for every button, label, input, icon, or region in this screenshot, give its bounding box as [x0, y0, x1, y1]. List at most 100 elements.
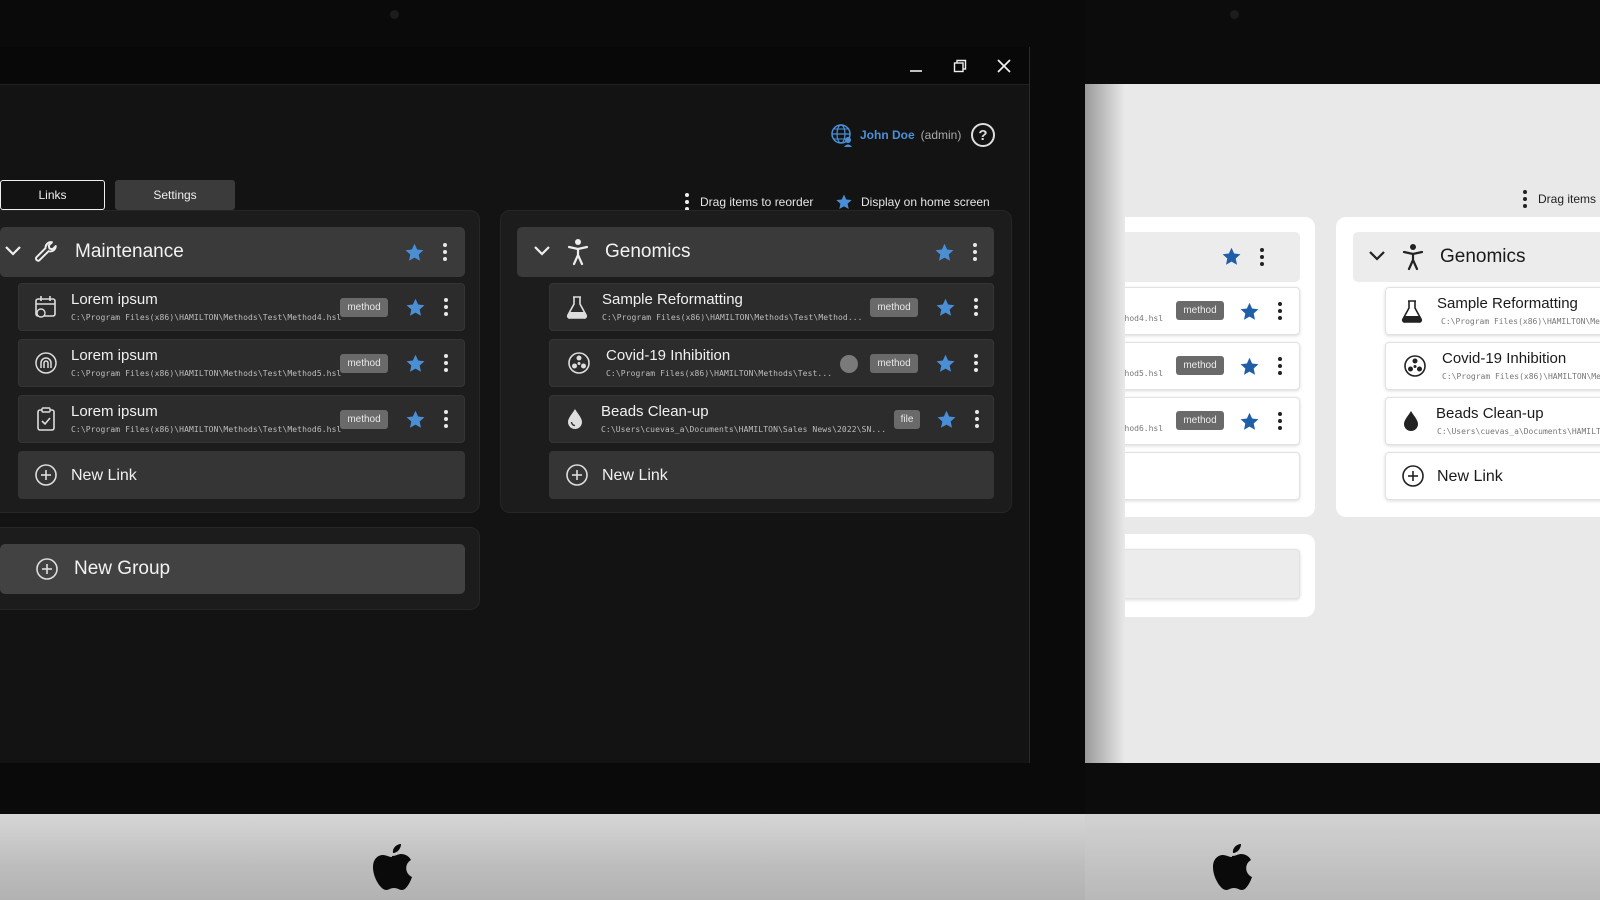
attachment-icon — [840, 355, 858, 373]
star-icon[interactable] — [934, 242, 955, 263]
list-item[interactable]: Sample Reformatting C:\Program Files(x86… — [549, 283, 994, 331]
hint-drag-text: Drag items — [1538, 192, 1597, 206]
more-icon[interactable] — [440, 242, 450, 262]
clipboard-check-icon — [37, 407, 55, 431]
type-badge: method — [1176, 356, 1224, 375]
item-path: C:\Program Files(x86)\HAMILTON\Methods\T… — [602, 313, 863, 322]
restore-button[interactable] — [948, 54, 972, 78]
droplet-icon — [1404, 411, 1418, 431]
wrench-icon — [35, 241, 57, 262]
star-icon[interactable] — [935, 353, 956, 374]
hint-display-text: Display on home screen — [861, 195, 990, 209]
tab-settings[interactable]: Settings — [115, 180, 235, 210]
new-link-label: New Link — [1437, 468, 1503, 485]
help-button[interactable]: ? — [971, 123, 995, 147]
app-body: John Doe (admin) ? Links Settings Drag i… — [0, 85, 1029, 763]
droplet-icon — [568, 409, 582, 429]
group-title: Genomics — [605, 241, 691, 262]
more-icon[interactable] — [970, 242, 980, 262]
hint-drag-text: Drag items to reorder — [700, 195, 814, 209]
more-icon[interactable] — [972, 409, 982, 429]
plus-circle-icon — [1402, 465, 1424, 487]
item-path: C:\Users\cuevas_a\Documents\HAMILTON\Sal… — [601, 425, 887, 434]
monitor-chin — [1085, 814, 1600, 900]
hint-drag: Drag items to reorder — [682, 192, 813, 212]
star-icon[interactable] — [935, 297, 956, 318]
item-title: Lorem ipsum — [71, 347, 158, 364]
restore-icon — [953, 59, 967, 73]
star-icon[interactable] — [405, 297, 426, 318]
item-path: C:\Program Files(x86)\HAMILTON\Metho — [1441, 317, 1600, 326]
minimize-icon — [910, 70, 922, 72]
tab-links[interactable]: Links — [0, 180, 105, 210]
item-path: C:\Program Files(x86)\HAMILTON\Methods\T… — [606, 369, 833, 378]
star-icon[interactable] — [404, 242, 425, 263]
more-icon[interactable] — [441, 409, 451, 429]
user-info[interactable]: John Doe (admin) — [830, 122, 961, 148]
camera — [1230, 10, 1239, 19]
list-item[interactable]: Sample Reformatting C:\Program Files(x86… — [1385, 287, 1600, 335]
list-item[interactable]: Lorem ipsum C:\Program Files(x86)\HAMILT… — [18, 395, 465, 443]
item-title: Beads Clean-up — [1436, 405, 1544, 422]
more-icon[interactable] — [971, 297, 981, 317]
group-header-genomics[interactable]: Genomics — [1353, 232, 1600, 282]
star-icon[interactable] — [1239, 301, 1260, 322]
kebab-icon — [1520, 190, 1530, 208]
monitor-left: John Doe (admin) ? Links Settings Drag i… — [0, 0, 1085, 900]
group-header-maintenance[interactable]: Maintenance — [0, 227, 465, 277]
accessibility-icon — [567, 239, 589, 266]
item-title: Covid-19 Inhibition — [1442, 350, 1567, 367]
more-icon[interactable] — [441, 297, 451, 317]
list-item[interactable]: Covid-19 Inhibition C:\Program Files(x86… — [549, 339, 994, 387]
more-icon[interactable] — [971, 353, 981, 373]
group-title: Maintenance — [75, 241, 184, 262]
star-icon[interactable] — [405, 353, 426, 374]
chevron-down-icon[interactable] — [4, 244, 22, 258]
calendar-clock-icon — [35, 296, 56, 318]
type-badge: method — [1176, 411, 1224, 430]
item-title: Sample Reformatting — [602, 291, 743, 308]
star-icon[interactable] — [1221, 246, 1242, 267]
new-link-button[interactable]: New Link — [18, 451, 465, 499]
list-item[interactable]: Lorem ipsum C:\Program Files(x86)\HAMILT… — [18, 283, 465, 331]
more-icon[interactable] — [1275, 356, 1285, 376]
star-icon — [836, 194, 852, 210]
user-name: John Doe — [860, 128, 915, 142]
more-icon[interactable] — [1275, 411, 1285, 431]
more-icon[interactable] — [1275, 301, 1285, 321]
new-group-button[interactable]: New Group — [0, 544, 465, 594]
chevron-down-icon[interactable] — [1368, 249, 1386, 263]
star-icon[interactable] — [1239, 356, 1260, 377]
flask-icon — [1401, 300, 1423, 323]
scene: John Doe (admin) ? Links Settings Drag i… — [0, 0, 1600, 900]
item-path: C:\Users\cuevas_a\Documents\HAMILTO — [1437, 427, 1600, 436]
item-path: C:\Program Files(x86)\HAMILTON\Methods\T… — [71, 425, 342, 434]
globe-user-icon — [831, 124, 852, 147]
chevron-down-icon[interactable] — [533, 244, 551, 258]
more-icon[interactable] — [441, 353, 451, 373]
group-header-genomics[interactable]: Genomics — [517, 227, 994, 277]
list-item[interactable]: Lorem ipsum C:\Program Files(x86)\HAMILT… — [18, 339, 465, 387]
type-badge: method — [340, 410, 388, 429]
close-button[interactable] — [992, 54, 1016, 78]
star-icon[interactable] — [1239, 411, 1260, 432]
type-badge: method — [340, 354, 388, 373]
star-icon[interactable] — [936, 409, 957, 430]
new-link-button[interactable]: New Link — [549, 451, 994, 499]
apple-logo-icon — [373, 844, 412, 890]
list-item[interactable]: Beads Clean-up C:\Users\cuevas_a\Documen… — [549, 395, 994, 443]
star-icon[interactable] — [405, 409, 426, 430]
app-window: John Doe (admin) ? Links Settings Drag i… — [0, 47, 1030, 763]
minimize-button[interactable] — [904, 54, 928, 78]
new-link-label: New Link — [602, 467, 668, 484]
accessibility-icon — [1402, 244, 1424, 271]
new-link-label: New Link — [71, 467, 137, 484]
more-icon[interactable] — [1257, 247, 1267, 267]
item-title: Lorem ipsum — [71, 291, 158, 308]
list-item[interactable]: Beads Clean-up C:\Users\cuevas_a\Documen… — [1385, 397, 1600, 445]
new-link-button[interactable]: New Link — [1385, 452, 1600, 500]
list-item[interactable]: Covid-19 Inhibition C:\Program Files(x86… — [1385, 342, 1600, 390]
hint-drag: Drag items — [1520, 189, 1596, 209]
monitor-chin — [0, 814, 1085, 900]
type-badge: method — [870, 298, 918, 317]
